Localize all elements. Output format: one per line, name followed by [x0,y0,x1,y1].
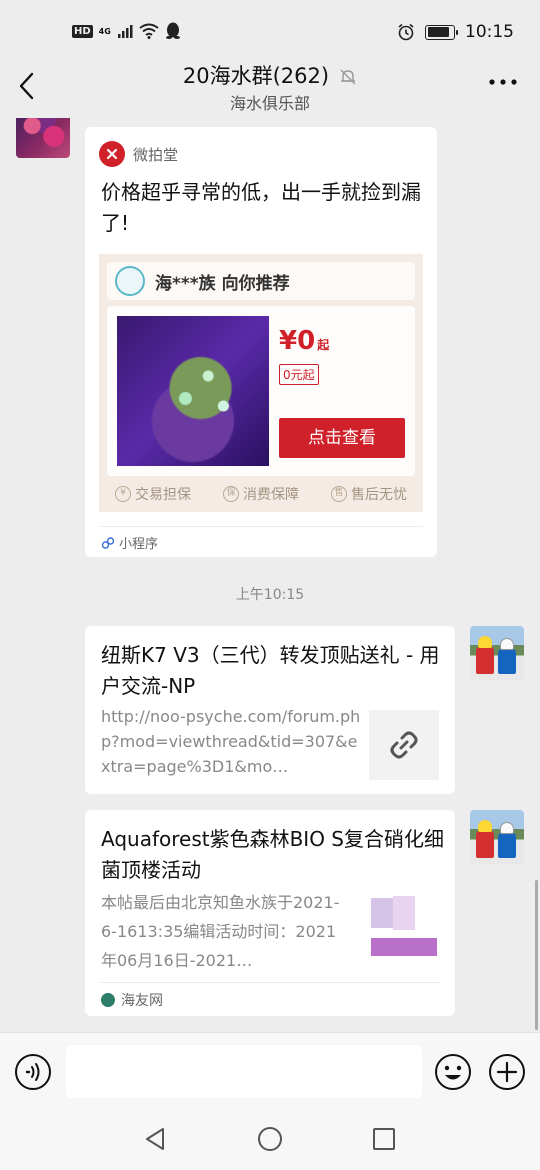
guarantee-item: 售售后无忧 [331,484,407,504]
battery-fill [427,27,449,37]
article-source: 海友网 [101,990,163,1010]
divider [99,982,441,983]
avatar-figure [476,828,494,858]
coral-product-image [117,316,269,466]
haiyou-logo-icon [101,993,115,1007]
avatar-helmet [500,638,514,650]
plus-circle-icon[interactable] [488,1053,526,1091]
chat-area[interactable]: … 微拍堂 价格超乎寻常的低，出一手就捡到漏了! 海***族 向你推荐 ¥0起 … [0,118,540,1032]
status-right: 10:15 [397,22,514,42]
wifi-icon [139,23,159,39]
avatar[interactable] [470,810,524,864]
service-icon: 售 [331,486,347,502]
timestamp: 上午10:15 [235,587,305,603]
alarm-icon [398,23,414,41]
weipaitang-logo-icon [99,141,125,167]
mini-program-preview: 海***族 向你推荐 ¥0 起 0元起 点击查看 ¥ 交易担保 保消费保障 售售后无… [99,254,423,512]
shield-icon: 保 [223,486,239,502]
clock: 10:15 [465,22,514,42]
guarantee-item: ¥ 交易担保 [115,484,191,504]
thumbnail-banner [371,938,437,956]
yuan-icon: ¥ [115,486,131,502]
emoji-icon[interactable] [434,1053,472,1091]
avatar-helmet [478,820,492,832]
shop-recommend: 海***族 向你推荐 [155,274,290,294]
voice-icon[interactable] [14,1053,52,1091]
article-card[interactable]: Aquaforest紫色森林BIO S复合硝化细菌顶楼活动 本帖最后由北京知鱼水… [85,810,455,1016]
price-tag: 0元起 [279,364,319,385]
chat-title: 20海水群(262) [0,60,540,90]
guarantee-label: 售后无忧 [351,487,407,503]
chat-header: 20海水群(262) 海水俱乐部 [0,52,540,118]
thumbnail-product [371,898,393,928]
link-card[interactable]: 纽斯K7 V3（三代）转发顶贴送礼 - 用户交流-NP http://noo-p… [85,626,455,794]
article-description: 本帖最后由北京知鱼水族于2021-6-1613:35编辑活动时间：2021年06… [101,893,340,968]
status-left: HD 4G [72,22,181,40]
message-input[interactable] [66,1045,422,1098]
qq-penguin-icon [165,22,180,39]
circle-home-icon[interactable] [257,1126,283,1152]
signal-icon [117,25,133,38]
hd-badge: HD [72,24,93,38]
view-button: 点击查看 [279,418,405,458]
more-dots-icon[interactable] [488,78,518,86]
price-value: ¥0 [279,326,316,356]
square-recent-icon[interactable] [372,1127,396,1151]
mini-program-card[interactable]: 微拍堂 价格超乎寻常的低，出一手就捡到漏了! 海***族 向你推荐 ¥0 起 0元… [85,127,437,557]
mini-program-title: 价格超乎寻常的低，出一手就捡到漏了! [101,180,421,235]
divider [99,526,423,527]
triangle-back-icon[interactable] [143,1126,167,1152]
battery-icon [425,24,458,40]
avatar-figure [498,830,516,858]
guarantee-item: 保消费保障 [223,484,299,504]
chat-subtitle: 海水俱乐部 [229,94,310,113]
system-nav-bar [0,1112,540,1170]
product-price: ¥0 起 [279,326,329,356]
price-suffix: 起 [317,338,330,352]
preview-body: ¥0 起 0元起 点击查看 [107,306,415,476]
article-thumbnail [369,894,439,964]
thumbnail-product [393,896,415,930]
bell-off-icon [340,69,356,85]
mini-program-source: 微拍堂 [133,145,179,164]
avatar-figure [498,646,516,674]
mini-program-type-label: 小程序 [119,537,159,552]
mini-program-icon [101,536,115,549]
avatar[interactable] [470,626,524,680]
avatar-helmet [500,822,514,834]
avatar-helmet [478,636,492,648]
link-icon [390,731,418,759]
mini-program-type: 小程序 [101,533,158,552]
guarantee-label: 交易担保 [135,487,191,503]
network-label: 4G [98,26,111,36]
preview-shop-bar: 海***族 向你推荐 [107,262,415,300]
article-title: Aquaforest紫色森林BIO S复合硝化细菌顶楼活动 [101,827,444,882]
link-thumbnail [369,710,439,780]
link-title: 纽斯K7 V3（三代）转发顶贴送礼 - 用户交流-NP [101,643,440,698]
link-description: http://noo-psyche.com/forum.php?mod=view… [101,707,361,776]
group-name: 20海水群(262) [182,64,330,88]
avatar[interactable] [16,118,70,158]
input-bar [0,1032,540,1112]
shop-logo-icon [115,266,145,296]
avatar-figure [476,644,494,674]
mini-program-header: 微拍堂 [99,141,178,167]
scrollbar[interactable] [535,880,538,1030]
article-source-label: 海友网 [121,993,163,1009]
guarantee-label: 消费保障 [243,487,299,503]
preview-guarantees: ¥ 交易担保 保消费保障 售售后无忧 [99,482,423,506]
